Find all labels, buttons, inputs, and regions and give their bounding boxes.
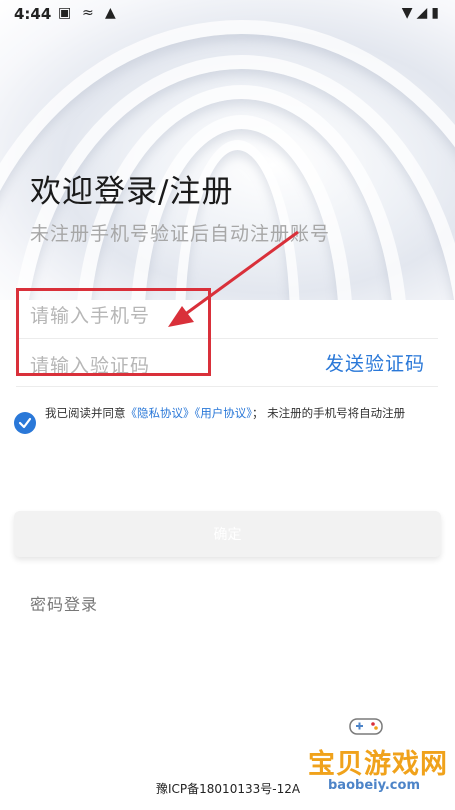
user-agreement-link[interactable]: 《用户协议》 <box>195 406 253 420</box>
agreement-suffix: ； 未注册的手机号将自动注册 <box>252 406 406 420</box>
agreement-checkbox[interactable] <box>14 412 36 434</box>
icp-license-text: 豫ICP备18010133号-12A <box>156 782 301 796</box>
status-indicators: ▼◢▮ <box>402 5 443 21</box>
site-watermark: 宝贝游戏网 baobeiy.com <box>306 712 455 810</box>
agreement-text: 我已阅读并同意《隐私协议》《用户协议》； 未注册的手机号将自动注册 <box>45 403 440 424</box>
warning-icon: ▲ <box>105 5 116 21</box>
code-input-divider <box>16 386 438 387</box>
confirm-button[interactable]: 确定 <box>14 511 441 557</box>
watermark-site: baobeiy.com <box>328 778 420 793</box>
send-code-button[interactable]: 发送验证码 <box>325 349 425 376</box>
wifi-icon: ▼ <box>401 5 417 21</box>
agreement-prefix: 我已阅读并同意 <box>45 406 126 420</box>
annotation-highlight-box <box>16 288 211 376</box>
sync-icon: ≈ <box>82 5 94 21</box>
watermark-brand: 宝贝游戏网 <box>308 749 448 780</box>
signal-icon: ◢ <box>416 5 432 21</box>
page-title: 欢迎登录/注册 <box>30 174 234 210</box>
status-time: 4:44 <box>14 5 52 23</box>
status-bar: 4:44 ▣ ≈ ▲ ▼◢▮ <box>0 0 455 28</box>
gamepad-icon <box>349 718 383 735</box>
header-background <box>0 0 455 300</box>
checkmark-icon <box>18 417 32 429</box>
page-subtitle: 未注册手机号验证后自动注册账号 <box>30 223 331 245</box>
app-notification-icon: ▣ <box>58 5 72 21</box>
privacy-policy-link[interactable]: 《隐私协议》 <box>126 406 195 420</box>
password-login-link[interactable]: 密码登录 <box>30 591 98 615</box>
battery-icon: ▮ <box>431 5 443 21</box>
